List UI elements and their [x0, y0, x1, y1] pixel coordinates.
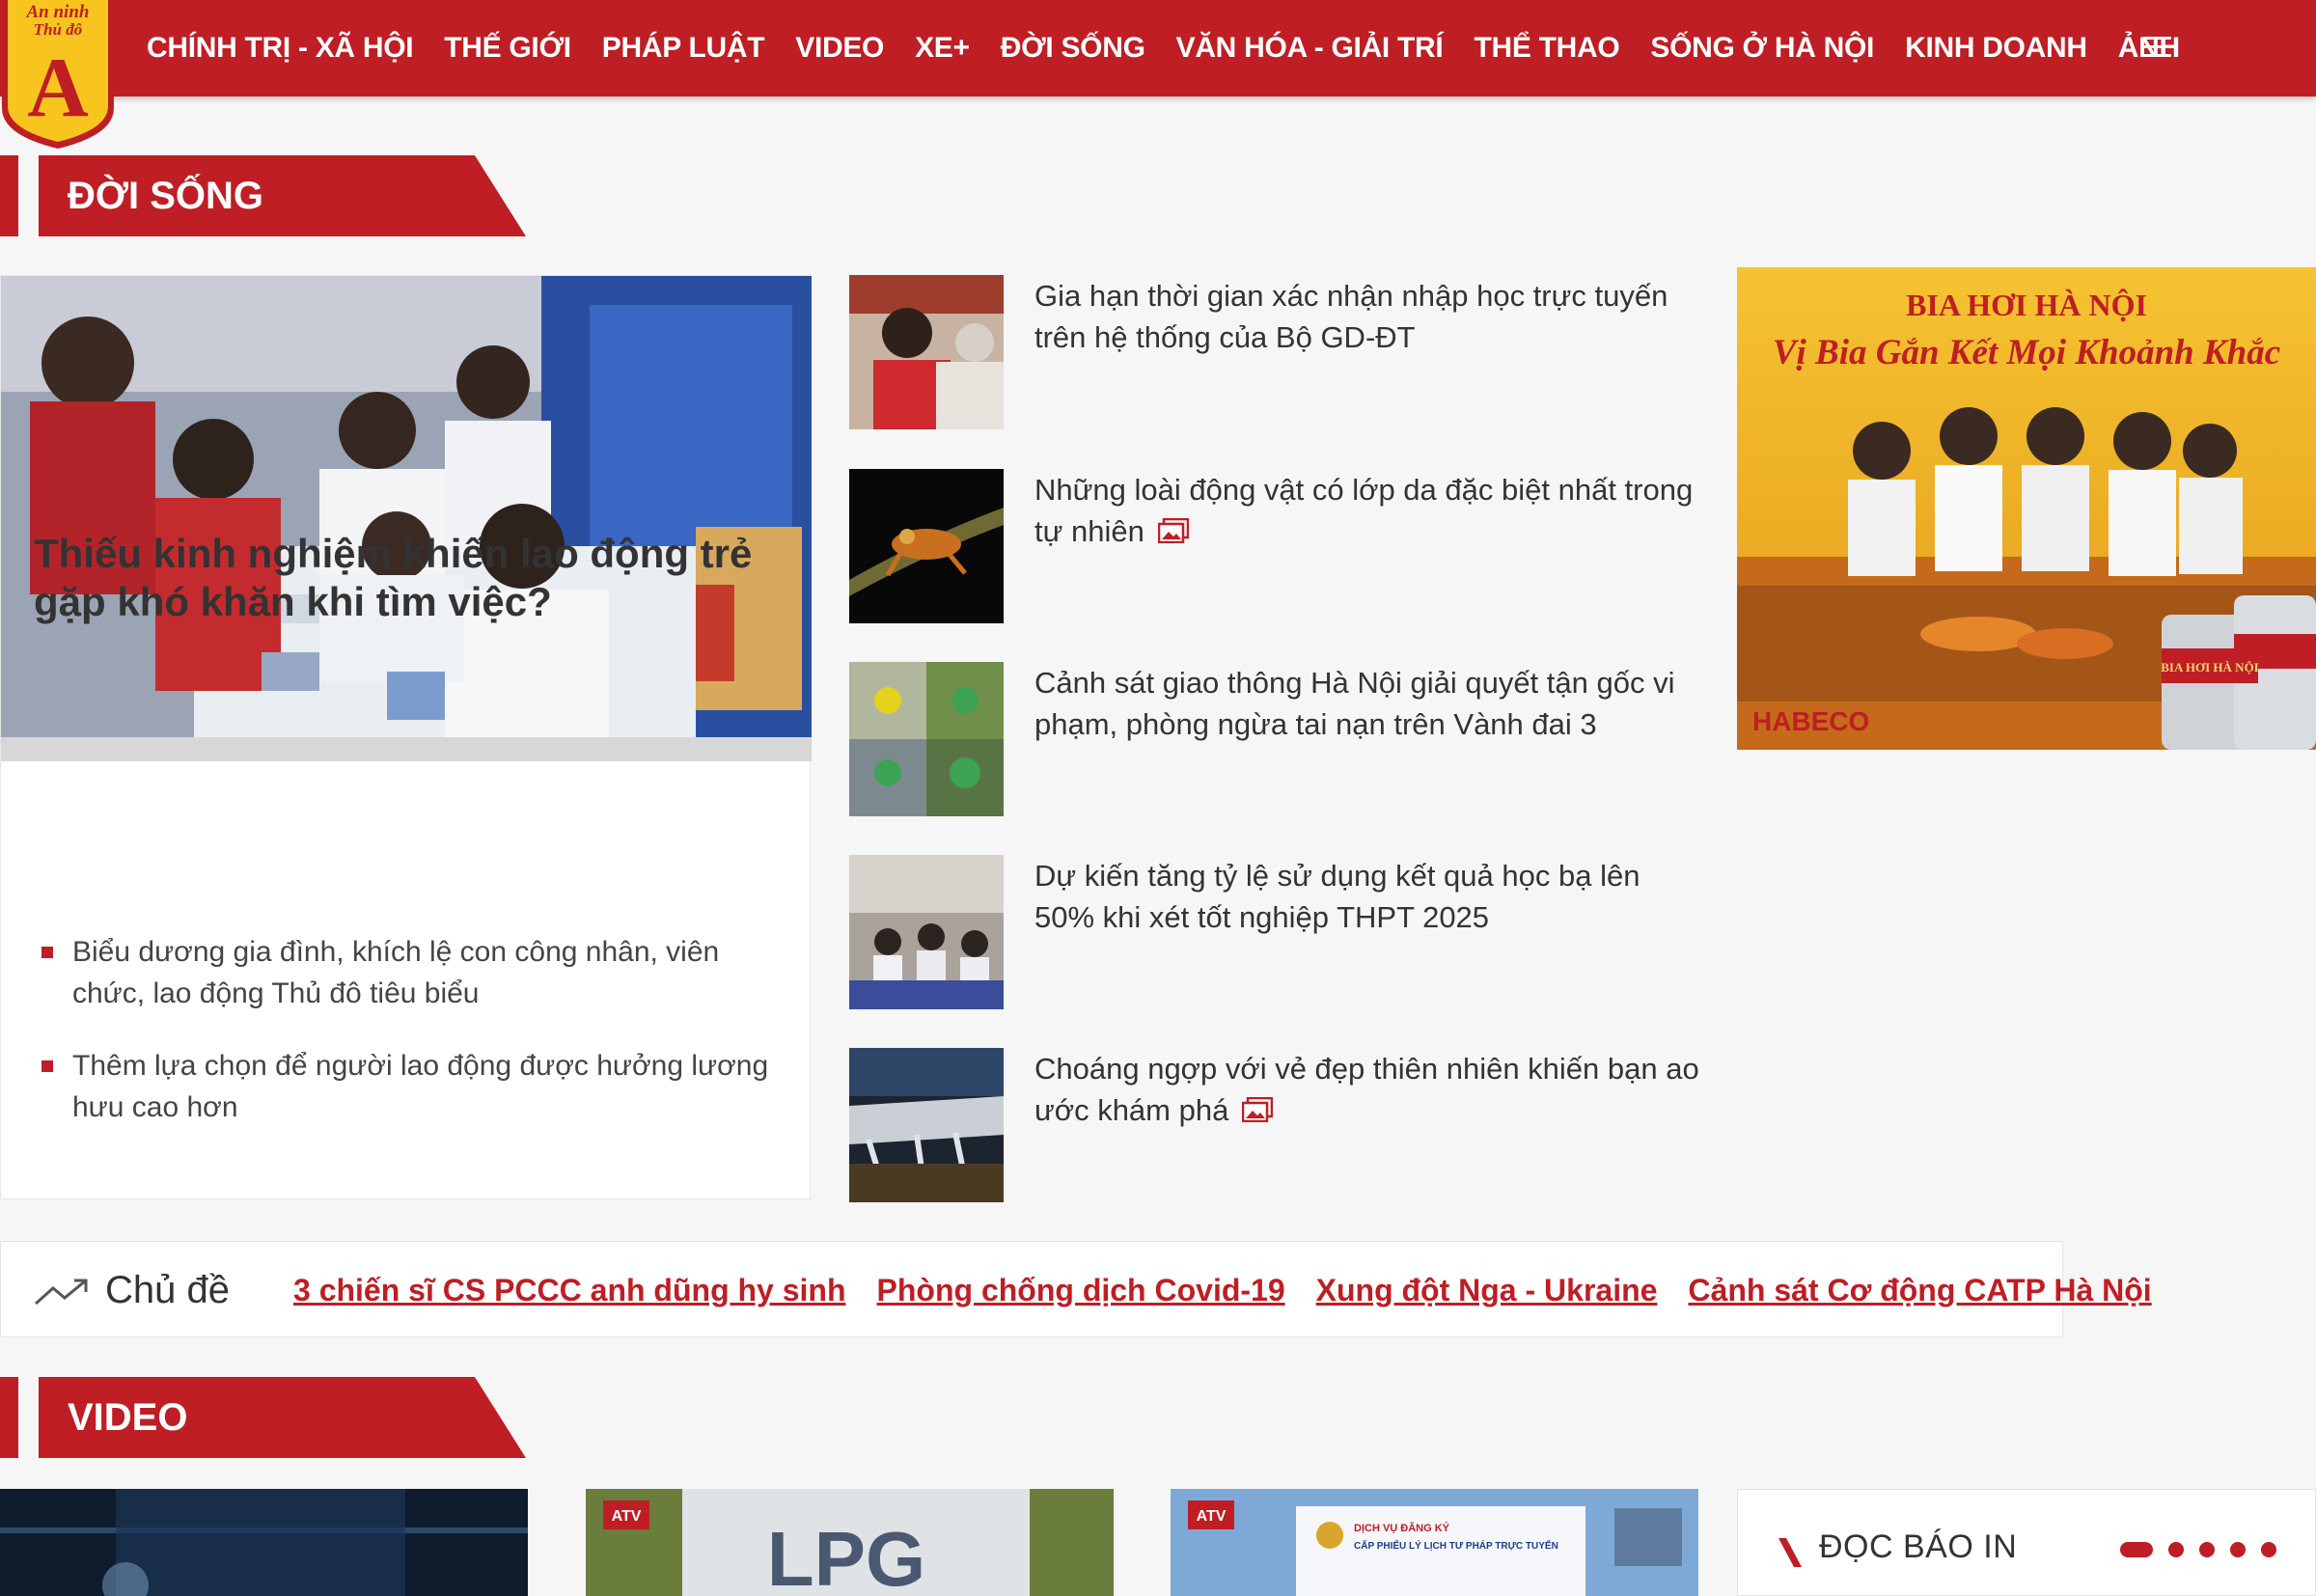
hamburger-icon[interactable]: [2142, 37, 2171, 60]
article-item: Cảnh sát giao thông Hà Nội giải quyết tậ…: [849, 662, 1698, 818]
atv-label: ATV: [1197, 1508, 1227, 1525]
topic-link[interactable]: Phòng chống dịch Covid-19: [877, 1273, 1285, 1308]
article-thumbnail[interactable]: [849, 275, 1004, 429]
carousel-dot[interactable]: [2199, 1542, 2215, 1557]
nav-phap-luat[interactable]: PHÁP LUẬT: [602, 32, 765, 65]
section-title: VIDEO: [68, 1396, 188, 1439]
article-item: Dự kiến tăng tỷ lệ sử dụng kết quả học b…: [849, 855, 1698, 1011]
main-nav: CHÍNH TRỊ - XÃ HỘI THẾ GIỚI PHÁP LUẬT VI…: [147, 0, 2211, 96]
article-title[interactable]: Cảnh sát giao thông Hà Nội giải quyết tậ…: [1034, 662, 1700, 745]
topic-link[interactable]: Xung đột Nga - Ukraine: [1316, 1273, 1658, 1308]
article-item: Gia hạn thời gian xác nhận nhập học trực…: [849, 275, 1698, 431]
topic-link[interactable]: 3 chiến sĩ CS PCCC anh dũng hy sinh: [293, 1273, 846, 1308]
read-print-widget: ĐỌC BÁO IN: [1737, 1489, 2316, 1596]
nav-the-gioi[interactable]: THẾ GIỚI: [444, 32, 571, 65]
topics-label: Chủ đề: [105, 1269, 230, 1311]
topic-links: 3 chiến sĩ CS PCCC anh dũng hy sinh Phòn…: [293, 1242, 2183, 1338]
video-thumb-text: LPG: [767, 1516, 925, 1596]
video-thumb-caption: CẤP PHIẾU LÝ LỊCH TƯ PHÁP TRỰC TUYẾN: [1354, 1539, 1558, 1552]
video-thumbnail[interactable]: [0, 1489, 528, 1596]
article-thumbnail[interactable]: [849, 662, 1004, 816]
article-thumbnail[interactable]: [849, 855, 1004, 1009]
lead-story-title[interactable]: Thiếu kinh nghiệm khiến lao động trẻ gặp…: [34, 530, 767, 626]
video-thumbnail[interactable]: ATV DỊCH VỤ ĐĂNG KÝ CẤP PHIẾU LÝ LỊCH TƯ P…: [1171, 1489, 1698, 1596]
lead-story-card: Thiếu kinh nghiệm khiến lao động trẻ gặp…: [0, 275, 812, 1199]
carousel-dots: [2120, 1542, 2292, 1557]
ad-keg-label: BIA HƠI HÀ NỘI: [2161, 660, 2259, 674]
nav-the-thao[interactable]: THỂ THAO: [1474, 32, 1619, 65]
logo-letter: A: [27, 41, 89, 135]
article-item: Choáng ngợp với vẻ đẹp thiên nhiên khiến…: [849, 1048, 1700, 1204]
photo-gallery-icon: [1157, 512, 1190, 554]
article-title[interactable]: Gia hạn thời gian xác nhận nhập học trực…: [1034, 275, 1700, 358]
topics-bar: Chủ đề 3 chiến sĩ CS PCCC anh dũng hy si…: [0, 1241, 2152, 1337]
read-print-title: ĐỌC BÁO IN: [1819, 1528, 2018, 1565]
section-tab-video[interactable]: VIDEO: [39, 1377, 526, 1458]
ad-brand: HABECO: [1752, 706, 1869, 736]
logo-text-mid: Thủ đô: [34, 20, 83, 39]
article-title[interactable]: Dự kiến tăng tỷ lệ sử dụng kết quả học b…: [1034, 855, 1700, 938]
photo-gallery-icon: [1242, 1091, 1274, 1133]
video-thumbnail[interactable]: ATV LPG: [586, 1489, 1114, 1596]
lead-image-divider: [1, 737, 812, 761]
carousel-dot[interactable]: [2168, 1542, 2184, 1557]
top-navigation-bar: CHÍNH TRỊ - XÃ HỘI THẾ GIỚI PHÁP LUẬT VI…: [0, 0, 2316, 96]
section-stripe: [0, 1377, 18, 1458]
site-logo[interactable]: An ninh Thủ đô A: [0, 0, 116, 149]
article-title[interactable]: Những loài động vật có lớp da đặc biệt n…: [1034, 469, 1700, 554]
nav-video[interactable]: VIDEO: [795, 32, 884, 65]
article-thumbnail[interactable]: [849, 469, 1004, 623]
lead-related-item: Biểu dương gia đình, khích lệ con công n…: [40, 931, 773, 1014]
nav-kinh-doanh[interactable]: KINH DOANH: [1905, 32, 2087, 65]
lead-story-image[interactable]: [1, 276, 812, 737]
atv-label: ATV: [612, 1508, 642, 1525]
topic-link[interactable]: Cảnh sát Cơ động CATP Hà Nội: [1688, 1273, 2151, 1308]
section-tab-doi-song[interactable]: ĐỜI SỐNG: [39, 155, 526, 236]
section-title: ĐỜI SỐNG: [68, 175, 264, 217]
article-thumbnail[interactable]: [849, 1048, 1004, 1202]
nav-chinh-tri-xa-hoi[interactable]: CHÍNH TRỊ - XÃ HỘI: [147, 32, 414, 65]
nav-song-o-ha-noi[interactable]: SỐNG Ở HÀ NỘI: [1650, 32, 1874, 65]
lead-related-link[interactable]: Thêm lựa chọn để người lao động được hưở…: [72, 1050, 768, 1123]
section-stripe: [0, 155, 18, 236]
trending-icon: [34, 1277, 90, 1310]
ad-tagline: Vị Bia Gắn Kết Mọi Khoảnh Khắc: [1773, 333, 2280, 372]
bullet-icon: [41, 1060, 53, 1072]
nav-van-hoa-giai-tri[interactable]: VĂN HÓA - GIẢI TRÍ: [1176, 32, 1444, 65]
advertisement-banner[interactable]: BIA HƠI HÀ NỘI BIA HƠI HÀ NỘI Vị Bia Gắn…: [1737, 267, 2316, 750]
article-title[interactable]: Choáng ngợp với vẻ đẹp thiên nhiên khiến…: [1034, 1048, 1700, 1133]
bullet-icon: [41, 947, 53, 958]
carousel-dot[interactable]: [2261, 1542, 2276, 1557]
ad-headline: BIA HƠI HÀ NỘI: [1906, 288, 2147, 322]
video-thumb-caption: DỊCH VỤ ĐĂNG KÝ: [1354, 1522, 1450, 1534]
nav-xe-plus[interactable]: XE+: [915, 32, 970, 65]
slash-icon: [1778, 1538, 1802, 1572]
carousel-dot[interactable]: [2120, 1542, 2153, 1557]
carousel-dot[interactable]: [2230, 1542, 2246, 1557]
lead-related-item: Thêm lựa chọn để người lao động được hưở…: [40, 1045, 773, 1128]
article-item: Những loài động vật có lớp da đặc biệt n…: [849, 469, 1698, 625]
lead-related-link[interactable]: Biểu dương gia đình, khích lệ con công n…: [72, 936, 719, 1009]
logo-text-top: An ninh: [26, 2, 90, 22]
nav-doi-song[interactable]: ĐỜI SỐNG: [1001, 32, 1145, 65]
